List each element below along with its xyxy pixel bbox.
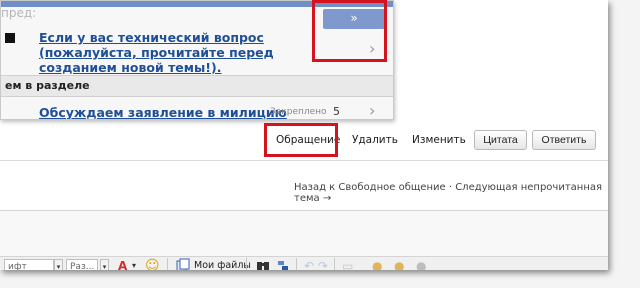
smiley-icon[interactable]: ☺ [145,258,160,270]
text-color-icon[interactable]: A [118,258,127,270]
toolbar-separator [334,258,335,270]
replace-icon[interactable] [276,258,290,270]
section-header: ем в разделе [1,75,393,97]
undo-icon[interactable]: ↶ [304,258,314,270]
files-icon-svg [176,258,190,270]
chevron-right-icon[interactable]: › [369,101,375,119]
text-color-letter: A [118,259,128,270]
size-select[interactable]: Раз... [66,259,98,270]
toolbar-separator [246,258,247,270]
reply-button[interactable]: Ответить [532,130,596,150]
back-to-forum-link[interactable]: Назад к Свободное общение [294,182,446,193]
my-files-button[interactable]: Мои файлы [194,260,251,270]
quote-button[interactable]: Цитата [474,130,527,150]
nav-separator: · [448,182,453,193]
font-select[interactable]: ифт [4,259,54,270]
popup-title-fragment: пред: [1,6,37,20]
divider [0,160,608,161]
chevron-down-icon[interactable]: ▾ [54,259,63,270]
delete-link[interactable]: Удалить [352,129,398,151]
redo-icon[interactable]: ↷ [318,258,328,270]
binoculars-icon-svg [257,262,269,270]
reply-count: 5 [333,105,340,118]
toolbar-separator [296,258,297,270]
highlight-frame-appeal [264,123,338,157]
replace-icon-svg [278,261,288,270]
binoculars-icon[interactable] [256,258,270,270]
chevron-down-icon[interactable]: ▾ [100,259,109,270]
page-background: пред: » Если у вас технический вопрос (п… [0,0,640,288]
forum-page: пред: » Если у вас технический вопрос (п… [0,0,608,270]
files-icon[interactable] [176,258,190,270]
toolbar-separator [167,258,168,270]
sticky-topic-link[interactable]: Если у вас технический вопрос (пожалуйст… [39,30,339,75]
insert-icon[interactable]: ● [372,258,382,270]
topic-bullet-icon [5,33,15,43]
edit-link[interactable]: Изменить [412,129,466,151]
insert-icon[interactable]: ● [416,258,426,270]
topic-navigation: Назад к Свободное общение · Следующая не… [294,182,608,204]
insert-icon[interactable]: ● [394,258,404,270]
chevron-down-icon[interactable]: ▾ [132,258,136,270]
pinned-badge: Закреплено [270,107,327,117]
format-icon[interactable]: ▭ [342,258,353,270]
highlight-frame-expand [312,0,387,62]
topic-link[interactable]: Обсуждаем заявление в милицию [39,105,287,119]
